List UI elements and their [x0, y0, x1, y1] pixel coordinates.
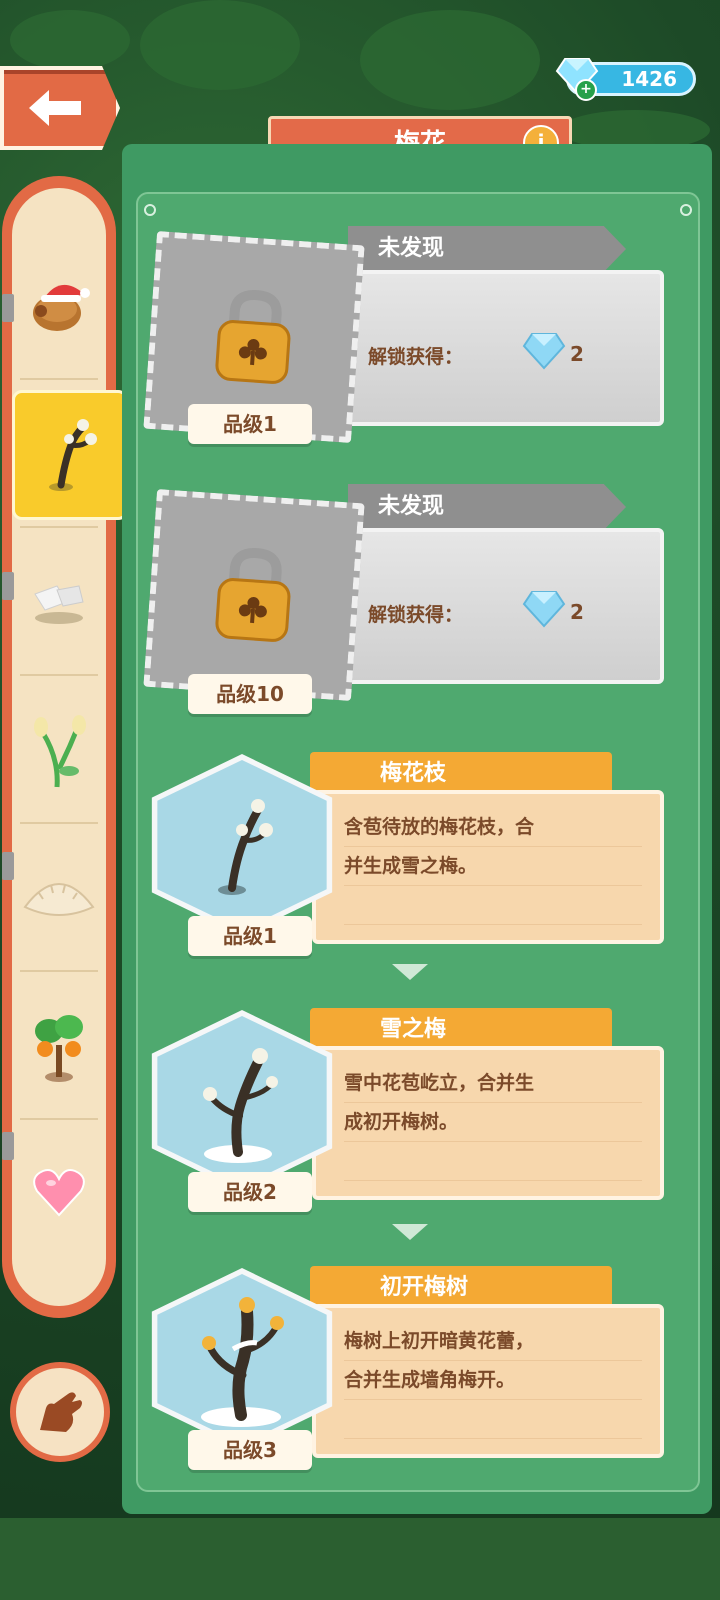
item-description: 含苞待放的梅花枝，合 并生成雪之梅。: [312, 790, 664, 944]
background-tree: [10, 10, 130, 70]
item-card[interactable]: 初开梅树 梅树上初开暗黄花蕾， 合并生成墙角梅开。 品级3: [150, 1266, 680, 1476]
sidebar-item-heart[interactable]: [12, 1118, 106, 1268]
item-description-line: [344, 1400, 642, 1439]
gem-count: 1426: [621, 67, 677, 91]
orange-tree-icon: [35, 1015, 83, 1082]
sidebar-divider: [20, 378, 98, 380]
sidebar-item-sugar[interactable]: [12, 526, 106, 676]
padlock-icon: [215, 290, 291, 384]
grade-label: 品级3: [188, 1430, 312, 1470]
grade-label: 品级1: [188, 404, 312, 444]
gem-icon: [522, 333, 566, 370]
flower-sprout-icon: [34, 715, 86, 788]
item-description-line: 成初开梅树。: [344, 1103, 642, 1142]
unlock-label: 解锁获得：: [368, 604, 464, 626]
sidebar-hinge: [2, 572, 14, 600]
dumpling-icon: [23, 883, 95, 916]
item-description-line: 合并生成墙角梅开。: [344, 1361, 642, 1400]
item-description-line: [344, 1142, 642, 1181]
item-card[interactable]: 雪之梅 雪中花苞屹立，合并生 成初开梅树。 品级2: [150, 1008, 680, 1218]
sidebar-item-sprout[interactable]: [12, 674, 106, 824]
arrow-left-icon: [29, 90, 81, 126]
sidebar-hinge: [2, 1132, 14, 1160]
locked-frame: [143, 488, 365, 702]
item-description-line: 雪中花苞屹立，合并生: [344, 1064, 642, 1103]
item-description: 梅树上初开暗黄花蕾， 合并生成墙角梅开。: [312, 1304, 664, 1458]
add-gems-icon[interactable]: +: [575, 79, 597, 101]
unlock-reward: 2: [570, 600, 584, 624]
sidebar-item-dumpling[interactable]: [12, 822, 106, 972]
plum-branch-icon: [49, 419, 97, 491]
heart-icon: [33, 1169, 85, 1217]
sidebar-item-plum-branch[interactable]: [12, 390, 128, 520]
background-tree: [140, 0, 300, 90]
category-sidebar: [2, 176, 116, 1318]
background-ground: [0, 1518, 720, 1600]
sugar-cube-icon: [34, 585, 84, 624]
sidebar-item-orange-tree[interactable]: [12, 970, 106, 1120]
item-description-line: 并生成雪之梅。: [344, 847, 642, 886]
back-button[interactable]: [0, 66, 120, 150]
item-description-line: 含苞待放的梅花枝，合: [344, 808, 642, 847]
plum-branch-icon: [218, 799, 273, 895]
panel-corner-dot: [144, 204, 156, 216]
item-description-line: 梅树上初开暗黄花蕾，: [344, 1322, 642, 1361]
gem-counter[interactable]: + 1426: [555, 58, 696, 101]
potato-santa-hat-icon: [33, 284, 90, 331]
sidebar-hinge: [2, 294, 14, 322]
sidebar-item-potato[interactable]: [12, 230, 106, 380]
panel-corner-dot: [680, 204, 692, 216]
pointing-hand-icon: [40, 1392, 82, 1432]
background-tree: [360, 10, 540, 110]
grade-label: 品级1: [188, 916, 312, 956]
grade-label: 品级10: [188, 674, 312, 714]
padlock-icon: [215, 548, 291, 642]
chevron-down-icon: [392, 964, 428, 980]
item-description: 雪中花苞屹立，合并生 成初开梅树。: [312, 1046, 664, 1200]
grade-label: 品级2: [188, 1172, 312, 1212]
unlock-reward: 2: [570, 342, 584, 366]
locked-item-card[interactable]: 未发现 解锁获得： 2 品级1: [143, 226, 680, 446]
status-tag: 未发现: [348, 226, 626, 272]
blooming-plum-tree-icon: [201, 1297, 284, 1427]
item-description-line: [344, 886, 642, 925]
gem-icon: [522, 591, 566, 628]
chevron-down-icon: [392, 1224, 428, 1240]
status-tag: 未发现: [348, 484, 626, 530]
category-list: [12, 188, 106, 1306]
hand-button[interactable]: [10, 1362, 110, 1462]
sidebar-hinge: [2, 852, 14, 880]
item-card[interactable]: 梅花枝 含苞待放的梅花枝，合 并生成雪之梅。 品级1: [150, 752, 680, 962]
locked-item-card[interactable]: 未发现 解锁获得： 2 品级10: [143, 484, 680, 714]
snow-plum-icon: [203, 1048, 278, 1163]
unlock-label: 解锁获得：: [368, 346, 464, 368]
